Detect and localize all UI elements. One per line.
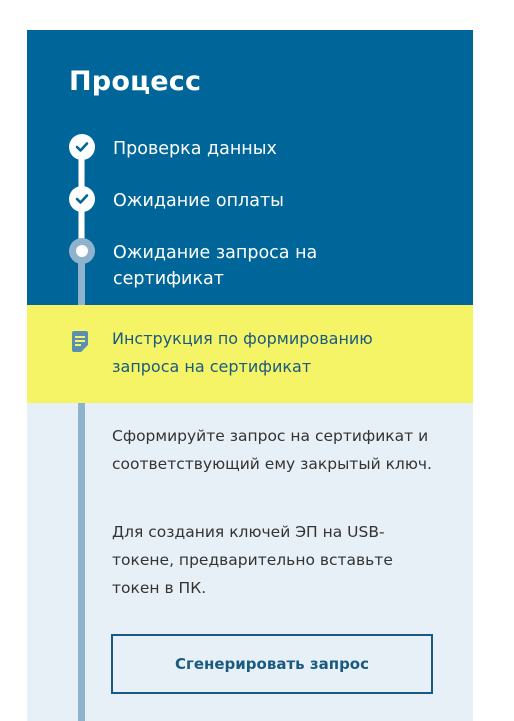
step-label: Ожидание оплаты [113,191,284,211]
step-label: Ожидание запроса на сертификат [113,243,318,289]
generate-request-button[interactable]: Сгенерировать запрос [111,634,433,694]
instruction-text-1: Сформируйте запрос на сертификат и соотв… [112,427,432,473]
instruction-text-2: Для создания ключей ЭП на USB-токене, пр… [112,523,393,597]
check-icon [69,186,95,212]
instruction-banner[interactable]: Инструкция по формированию запроса на се… [27,305,473,403]
step-label: Проверка данных [113,139,277,159]
current-step-icon [69,238,95,264]
instruction-link[interactable]: Инструкция по формированию запроса на се… [112,325,432,381]
document-icon [71,331,89,357]
process-panel: Процесс Проверка данных Ожидание оплаты … [27,30,473,721]
process-title: Процесс [69,66,202,97]
check-icon [69,134,95,160]
